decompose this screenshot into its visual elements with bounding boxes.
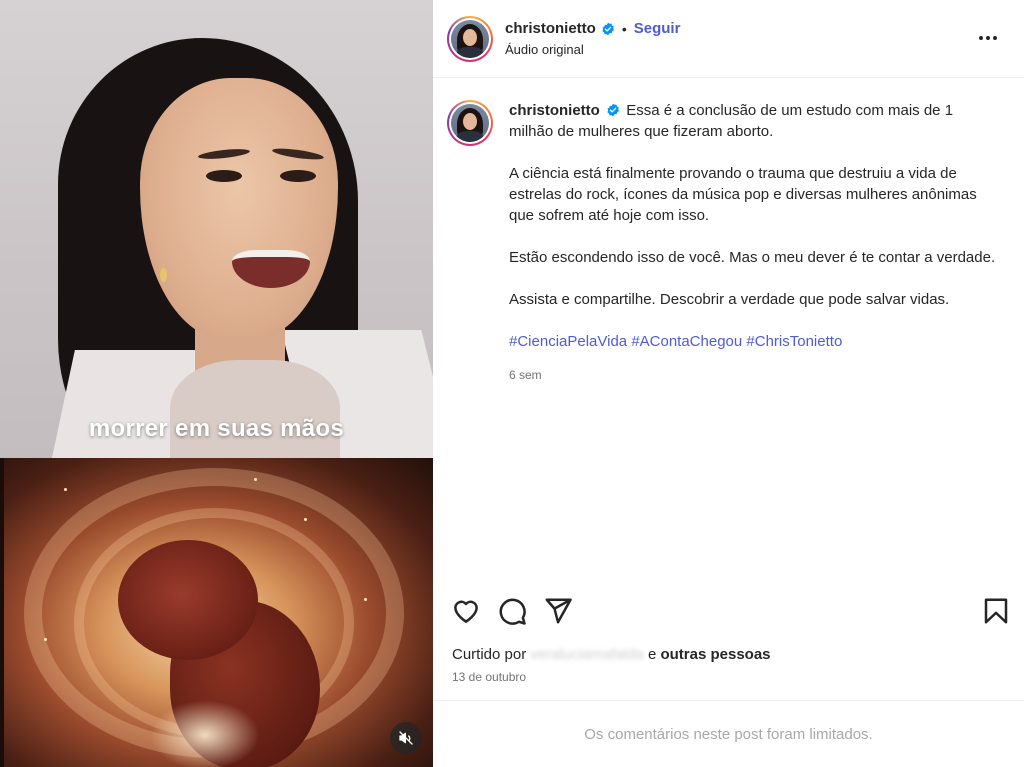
left-eye (206, 170, 242, 182)
hashtag-list: #CienciaPelaVida #AContaChegou #ChrisTon… (509, 331, 999, 352)
author-username[interactable]: christonietto (505, 20, 596, 37)
face (140, 78, 338, 340)
caption-paragraph: Estão escondendo isso de você. Mas o meu… (509, 249, 996, 266)
heart-icon[interactable] (451, 596, 481, 626)
bookmark-icon[interactable] (981, 596, 1011, 626)
follow-button[interactable]: Seguir (634, 20, 681, 37)
post-caption: christonietto Essa é a conclusão de um e… (447, 100, 1012, 386)
light-glow (150, 700, 260, 767)
post-media[interactable]: morrer em suas mãos (0, 0, 433, 767)
volume-muted-icon (399, 731, 413, 745)
spark (364, 598, 367, 601)
liked-by-others-link[interactable]: outras pessoas (660, 646, 770, 663)
original-audio-link[interactable]: Áudio original (505, 42, 680, 57)
comments-limited-notice: Os comentários neste post foram limitado… (433, 700, 1024, 767)
caption-paragraph: A ciência está finalmente provando o tra… (509, 165, 977, 224)
video-caption-overlay: morrer em suas mãos (88, 415, 345, 442)
liked-by-user[interactable]: veraluciamafalda (530, 646, 643, 663)
hashtag-link[interactable]: #CienciaPelaVida (509, 333, 627, 350)
liked-by-connector: e (647, 646, 657, 663)
earring (160, 268, 167, 282)
avatar-image (451, 104, 489, 142)
share-icon[interactable] (543, 596, 573, 626)
mute-button[interactable] (390, 722, 422, 754)
spark (44, 638, 47, 641)
post-header: christonietto • Seguir Áudio original (433, 0, 1024, 78)
spark (64, 488, 67, 491)
comment-icon[interactable] (497, 596, 527, 626)
liked-by-prefix: Curtido por (452, 646, 527, 663)
shirt (170, 360, 340, 458)
hashtag-link[interactable]: #ChrisTonietto (746, 333, 842, 350)
post-panel: christonietto • Seguir Áudio original ch… (433, 0, 1024, 767)
spark (254, 478, 257, 481)
caption-timestamp[interactable]: 6 sem (509, 365, 999, 386)
action-bar (451, 596, 1011, 628)
author-avatar[interactable] (447, 15, 493, 62)
caption-username[interactable]: christonietto (509, 102, 600, 119)
spark (304, 518, 307, 521)
verified-badge-icon (602, 22, 614, 35)
caption-paragraph: Assista e compartilhe. Descobrir a verda… (509, 291, 950, 308)
more-options-icon[interactable] (976, 26, 1000, 50)
right-eye (280, 170, 316, 182)
video-frame-woman: morrer em suas mãos (0, 0, 433, 458)
post-date[interactable]: 13 de outubro (452, 670, 526, 684)
hashtag-link[interactable]: #AContaChegou (631, 333, 742, 350)
caption-author-avatar[interactable] (447, 100, 493, 146)
liked-by: Curtido por veraluciamafalda e outras pe… (452, 646, 771, 663)
embryo-head (118, 540, 258, 660)
verified-badge-icon (607, 103, 619, 117)
avatar-image (451, 19, 489, 58)
separator-dot: • (621, 20, 627, 37)
